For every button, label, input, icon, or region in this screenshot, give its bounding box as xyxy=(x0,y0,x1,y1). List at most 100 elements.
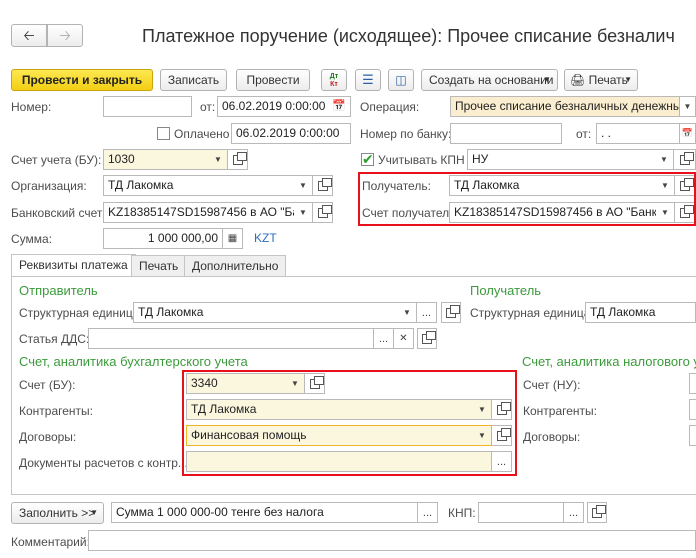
tax-contracts-input[interactable] xyxy=(689,425,696,446)
forward-button[interactable]: 🡢 xyxy=(47,24,83,47)
chevron-down-icon[interactable]: ▼ xyxy=(656,176,674,195)
tab-additional[interactable]: Дополнительно xyxy=(184,255,287,276)
recipient-label: Получатель: xyxy=(362,179,431,193)
window-title: Платежное поручение (исходящее): Прочее … xyxy=(142,26,675,46)
account-label: Счет учета (БУ): xyxy=(11,153,102,167)
currency-link[interactable]: KZT xyxy=(254,231,277,245)
knp-open-button[interactable] xyxy=(587,502,607,523)
fill-button[interactable]: Заполнить >> ▼ xyxy=(11,502,104,524)
chevron-down-icon[interactable]: ▼ xyxy=(294,176,312,195)
contracts-open-button[interactable] xyxy=(492,425,512,446)
account-input[interactable]: 1030 ▼ xyxy=(103,149,228,170)
post-button[interactable]: Провести xyxy=(236,69,310,91)
chevron-down-icon[interactable]: ▼ xyxy=(286,374,304,393)
receiver-unit-input[interactable]: ТД Лакомка xyxy=(585,302,696,323)
payment-purpose-input[interactable]: Сумма 1 000 000-00 тенге без налога xyxy=(111,502,418,523)
tab-divider xyxy=(11,276,696,277)
recipient-open-button[interactable] xyxy=(675,175,695,196)
knp-input[interactable] xyxy=(478,502,564,523)
operation-label: Операция: xyxy=(360,100,420,114)
knp-select-button[interactable]: ... xyxy=(564,502,584,523)
organization-input[interactable]: ТД Лакомка ▼ xyxy=(103,175,313,196)
bank-date-calendar-button[interactable]: 📅 xyxy=(680,123,696,144)
dds-input[interactable] xyxy=(88,328,374,349)
settlement-docs-input[interactable] xyxy=(186,451,492,472)
open-icon xyxy=(496,401,511,415)
ellipsis-icon: ... xyxy=(422,506,433,519)
open-icon xyxy=(446,304,460,318)
contractors-label: Контрагенты: xyxy=(19,404,94,418)
chevron-down-icon[interactable]: ▼ xyxy=(294,203,312,222)
contracts-label: Договоры: xyxy=(19,430,77,444)
arrow-right-icon: 🡢 xyxy=(59,27,71,43)
accounting-account-input[interactable]: 3340 ▼ xyxy=(186,373,305,394)
sum-input[interactable]: 1 000 000,00 xyxy=(103,228,223,249)
contractors-open-button[interactable] xyxy=(492,399,512,420)
chevron-down-icon[interactable]: ▼ xyxy=(473,400,491,419)
print-button[interactable]: 🖨 Печать ▼ xyxy=(564,69,638,91)
sender-unit-input[interactable]: ТД Лакомка ▼ xyxy=(133,302,417,323)
post-and-close-button[interactable]: Провести и закрыть xyxy=(11,69,153,91)
account-open-button[interactable] xyxy=(228,149,248,170)
back-button[interactable]: 🡠 xyxy=(11,24,47,47)
dds-open-button[interactable] xyxy=(417,328,437,349)
comment-label: Комментарий: xyxy=(11,535,90,549)
tab-panel-border-left xyxy=(11,276,12,494)
kpn-open-button[interactable] xyxy=(674,149,696,170)
chevron-down-icon[interactable]: ▼ xyxy=(655,150,673,169)
bank-number-label: Номер по банку: xyxy=(360,127,452,141)
recipient-account-input[interactable]: KZ18385147SD15987456 в АО "Банк Це ▼ xyxy=(449,202,675,223)
recipient-account-open-button[interactable] xyxy=(675,202,695,223)
contracts-input[interactable]: Финансовая помощь ▼ xyxy=(186,425,492,446)
open-icon xyxy=(317,177,332,191)
contractors-input[interactable]: ТД Лакомка ▼ xyxy=(186,399,492,420)
calendar-icon: 📅 xyxy=(681,128,694,138)
journal-button[interactable]: ☰ xyxy=(355,69,381,91)
dds-select-button[interactable]: ... xyxy=(374,328,394,349)
calculator-button[interactable]: ▦ xyxy=(223,228,243,249)
bank-account-input[interactable]: KZ18385147SD15987456 в АО "Банк ▼ xyxy=(103,202,313,223)
save-button[interactable]: Записать xyxy=(160,69,227,91)
paid-date-input[interactable]: 06.02.2019 0:00:00 xyxy=(231,123,351,144)
tab-payment-details[interactable]: Реквизиты платежа xyxy=(11,254,136,276)
paid-checkbox[interactable] xyxy=(157,127,170,140)
date-input[interactable]: 06.02.2019 0:00:00 📅 xyxy=(217,96,351,117)
accounting-account-label: Счет (БУ): xyxy=(19,378,76,392)
kpn-label: Учитывать КПН xyxy=(378,153,465,167)
chevron-down-icon[interactable]: ▼ xyxy=(473,426,491,445)
ellipsis-icon: ... xyxy=(421,306,432,319)
calendar-icon[interactable]: 📅 xyxy=(332,97,346,116)
recipient-input[interactable]: ТД Лакомка ▼ xyxy=(449,175,675,196)
tax-contractors-input[interactable] xyxy=(689,399,696,420)
bank-account-open-button[interactable] xyxy=(313,202,333,223)
sender-unit-open-button[interactable] xyxy=(441,302,461,323)
open-icon xyxy=(317,204,332,218)
operation-dropdown-button[interactable]: ▼ xyxy=(680,96,696,117)
dt-kt-button[interactable]: Дт Кт xyxy=(321,69,347,91)
close-icon: ✕ xyxy=(399,333,408,344)
chevron-down-icon[interactable]: ▼ xyxy=(398,303,416,322)
organization-open-button[interactable] xyxy=(313,175,333,196)
tab-panel-border-bottom xyxy=(11,494,696,495)
comment-input[interactable] xyxy=(88,530,696,551)
bank-account-label: Банковский счет: xyxy=(11,206,106,220)
tab-print[interactable]: Печать xyxy=(131,255,187,276)
settlement-docs-select-button[interactable]: ... xyxy=(492,451,512,472)
purpose-select-button[interactable]: ... xyxy=(418,502,438,523)
sender-unit-select-button[interactable]: ... xyxy=(417,302,437,323)
create-based-on-button[interactable]: Создать на основании ▼ xyxy=(421,69,558,91)
accounting-account-open-button[interactable] xyxy=(305,373,325,394)
bank-date-from-label: от: xyxy=(576,127,592,141)
operation-select[interactable]: Прочее списание безналичных денежных ср xyxy=(450,96,680,117)
open-icon xyxy=(309,375,324,389)
dds-clear-button[interactable]: ✕ xyxy=(394,328,414,349)
dds-label: Статья ДДС: xyxy=(19,332,90,346)
tax-account-input[interactable] xyxy=(689,373,696,394)
chevron-down-icon[interactable]: ▼ xyxy=(656,203,674,222)
bank-date-input[interactable]: . . xyxy=(596,123,680,144)
structure-button[interactable]: ◫ xyxy=(388,69,414,91)
bank-number-input[interactable] xyxy=(450,123,562,144)
chevron-down-icon[interactable]: ▼ xyxy=(209,150,227,169)
number-input[interactable] xyxy=(103,96,192,117)
kpn-select[interactable]: НУ ▼ xyxy=(467,149,674,170)
